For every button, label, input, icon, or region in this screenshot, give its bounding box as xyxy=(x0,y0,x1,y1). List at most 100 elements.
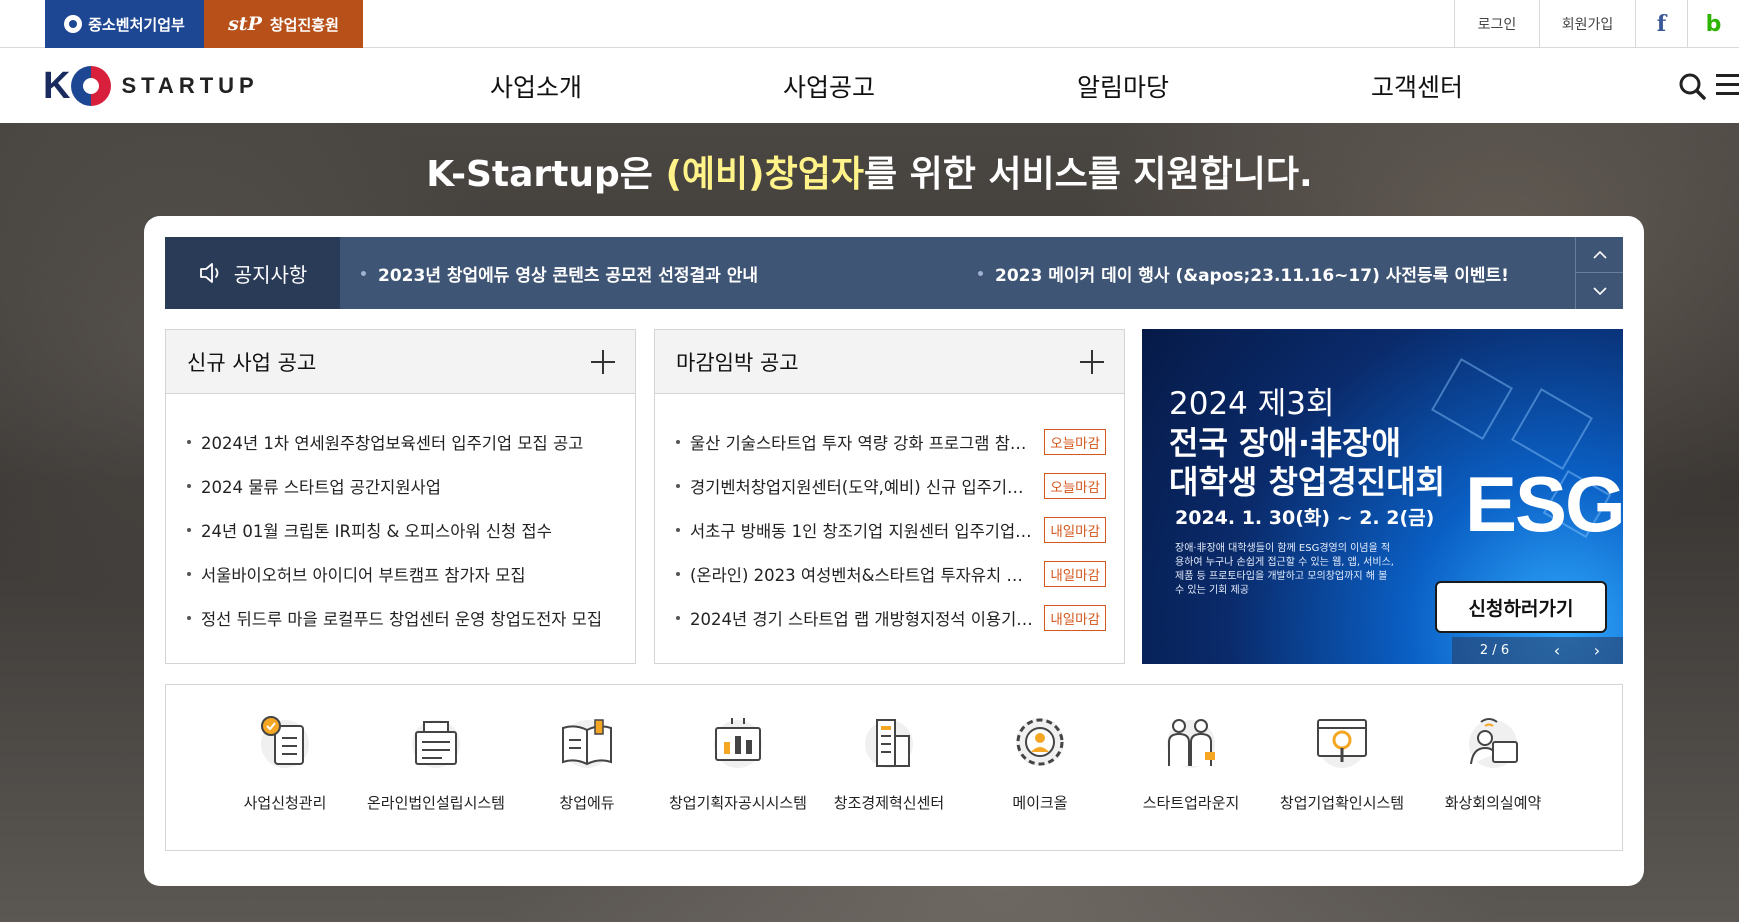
banner-esg: ESG xyxy=(1465,460,1623,548)
list-item[interactable]: 24년 01월 크립톤 IR피칭 & 오피스아워 신청 접수 xyxy=(187,508,617,552)
search-icon[interactable] xyxy=(1678,72,1706,100)
new-business-panel: 신규 사업 공고 2024년 1차 연세원주창업보육센터 입주기업 모집 공고 … xyxy=(165,329,636,664)
list-item[interactable]: 경기벤처창업지원센터(도약,예비) 신규 입주기업 모집 오늘마감 xyxy=(676,464,1106,508)
list-item-text: 서울바이오허브 아이디어 부트캠프 참가자 모집 xyxy=(201,566,526,585)
banner-headline-2: 대학생 창업경진대회 xyxy=(1169,463,1446,501)
chevron-up-icon xyxy=(1592,250,1607,259)
deadline-badge: 오늘마감 xyxy=(1044,473,1106,499)
board-chart-icon xyxy=(714,718,762,768)
banner-description: 장애·非장애 대학생들이 함께 ESG경영의 이념을 적용하여 누구나 손쉽게 … xyxy=(1175,543,1394,596)
quick-link-item[interactable]: 창업기업확인시스템 xyxy=(1267,685,1417,852)
kised-link[interactable]: stP 창업진흥원 xyxy=(204,0,363,48)
banner-pager: 2 / 6 ‹ › xyxy=(1452,637,1623,664)
more-plus-icon[interactable] xyxy=(591,350,615,374)
main-header: K STARTUP 사업소개 사업공고 알림마당 고객센터 xyxy=(0,48,1739,123)
mss-link[interactable]: 중소벤처기업부 xyxy=(45,0,204,48)
deadline-badge: 내일마감 xyxy=(1044,517,1106,543)
apply-button[interactable]: 신청하러가기 xyxy=(1435,581,1607,633)
list-item-text: 2024년 경기 스타트업 랩 개방형지정석 이용기업 모집 xyxy=(690,610,1035,629)
notice-label[interactable]: 공지사항 xyxy=(165,237,340,309)
quick-link-item[interactable]: 화상회의실예약 xyxy=(1418,685,1568,852)
magnifier-screen-icon xyxy=(1317,719,1367,768)
list-item[interactable]: 서초구 방배동 1인 창조기업 지원센터 입주기업 모집 내일마감 xyxy=(676,508,1106,552)
speaker-icon xyxy=(199,263,219,283)
nav-customer-center[interactable]: 고객센터 xyxy=(1371,48,1463,123)
deadline-list: 울산 기술스타트업 투자 역량 강화 프로그램 참가기업 모집오늘마감 경기벤처… xyxy=(655,394,1124,640)
gear-person-icon xyxy=(1016,718,1064,766)
list-item-text: 2024년 1차 연세원주창업보육센터 입주기업 모집 공고 xyxy=(201,434,584,453)
list-item[interactable]: 서울바이오허브 아이디어 부트캠프 참가자 모집 xyxy=(187,552,617,596)
open-book-icon xyxy=(562,719,612,768)
logo-k: K xyxy=(43,64,71,107)
notice-item-text: 2023 메이커 데이 행사 (&apos;23.11.16~17) 사전등록 … xyxy=(995,265,1509,286)
quick-link-item[interactable]: 창업기획자공시시스템 xyxy=(663,685,813,852)
notice-label-text: 공지사항 xyxy=(233,262,308,287)
list-item-text: 울산 기술스타트업 투자 역량 강화 프로그램 참가기업 모집 xyxy=(690,434,1034,453)
bullet-icon xyxy=(676,616,680,620)
office-building-icon xyxy=(865,719,913,768)
people-meeting-icon xyxy=(1167,719,1215,768)
building-doc-icon xyxy=(412,720,460,768)
notice-item-text: 2023년 창업에듀 영상 콘텐츠 공모전 선정결과 안내 xyxy=(378,265,758,286)
promo-banner[interactable]: 2024 제3회 전국 장애·非장애 대학생 창업경진대회 2024. 1. 3… xyxy=(1142,329,1623,664)
notice-bar: 공지사항 2023년 창업에듀 영상 콘텐츠 공모전 선정결과 안내 2023 … xyxy=(165,237,1623,309)
quick-link-item[interactable]: 사업신청관리 xyxy=(210,685,360,852)
deadline-badge: 내일마감 xyxy=(1044,561,1106,587)
login-link[interactable]: 로그인 xyxy=(1454,0,1539,48)
list-item[interactable]: 정선 뒤드루 마을 로컬푸드 창업센터 운영 창업도전자 모집 xyxy=(187,596,617,640)
bullet-icon xyxy=(187,528,191,532)
banner-year: 2024 제3회 xyxy=(1169,386,1335,422)
quick-link-item[interactable]: 메이크올 xyxy=(965,685,1115,852)
notice-item[interactable]: 2023 메이커 데이 행사 (&apos;23.11.16~17) 사전등록 … xyxy=(978,237,1509,309)
quick-link-item[interactable]: 창업에듀 xyxy=(512,685,662,852)
list-item[interactable]: (온라인) 2023 여성벤처&스타트업 투자유치 설명회 내일마감 xyxy=(676,552,1106,596)
banner-date: 2024. 1. 30(화) ~ 2. 2(금) xyxy=(1175,507,1435,529)
notice-next-button[interactable] xyxy=(1576,273,1623,309)
panel-title: 신규 사업 공고 xyxy=(187,351,317,375)
chevron-down-icon xyxy=(1592,287,1607,295)
bullet-icon xyxy=(676,528,680,532)
quick-link-item[interactable]: 온라인법인설립시스템 xyxy=(361,685,511,852)
utility-links: 로그인 회원가입 f b xyxy=(1454,0,1739,48)
bullet-icon xyxy=(187,440,191,444)
banner-prev-icon[interactable]: ‹ xyxy=(1537,641,1577,660)
kised-logo-icon: stP xyxy=(228,13,262,35)
list-item[interactable]: 2024년 1차 연세원주창업보육센터 입주기업 모집 공고 xyxy=(187,420,617,464)
hexagon-deco xyxy=(1511,388,1593,470)
bullet-icon xyxy=(187,616,191,620)
panel-header: 신규 사업 공고 xyxy=(166,330,635,394)
list-item[interactable]: 2024 물류 스타트업 공간지원사업 xyxy=(187,464,617,508)
quick-link-item[interactable]: 창조경제혁신센터 xyxy=(814,685,964,852)
notice-prev-button[interactable] xyxy=(1576,237,1623,273)
hero-title: K-Startup은 (예비)창업자를 위한 서비스를 지원합니다. xyxy=(0,145,1739,197)
bullet-icon xyxy=(676,440,680,444)
banner-next-icon[interactable]: › xyxy=(1577,641,1617,660)
taegeuk-icon xyxy=(71,66,112,106)
deadline-panel: 마감임박 공고 울산 기술스타트업 투자 역량 강화 프로그램 참가기업 모집오… xyxy=(654,329,1125,664)
hero-title-highlight: (예비)창업자 xyxy=(665,154,864,195)
list-item-text: 경기벤처창업지원센터(도약,예비) 신규 입주기업 모집 xyxy=(690,478,1035,497)
banner-page-count: 2 / 6 xyxy=(1479,643,1510,658)
menu-icon[interactable] xyxy=(1716,74,1739,98)
list-item[interactable]: 울산 기술스타트업 투자 역량 강화 프로그램 참가기업 모집 오늘마감 xyxy=(676,420,1106,464)
join-link[interactable]: 회원가입 xyxy=(1539,0,1635,48)
list-item-text: 서초구 방배동 1인 창조기업 지원센터 입주기업 모집 xyxy=(690,522,1035,541)
bullet-icon xyxy=(676,484,680,488)
new-business-list: 2024년 1차 연세원주창업보육센터 입주기업 모집 공고 2024 물류 스… xyxy=(166,394,635,640)
kstartup-logo[interactable]: K STARTUP xyxy=(43,60,259,112)
notice-item[interactable]: 2023년 창업에듀 영상 콘텐츠 공모전 선정결과 안내 xyxy=(361,237,758,309)
list-item-text: 정선 뒤드루 마을 로컬푸드 창업센터 운영 창업도전자 모집 xyxy=(201,610,603,629)
blog-icon[interactable]: b xyxy=(1687,0,1739,48)
list-item[interactable]: 2024년 경기 스타트업 랩 개방형지정석 이용기업 모집 내일마감 xyxy=(676,596,1106,640)
nav-news[interactable]: 알림마당 xyxy=(1077,48,1169,123)
mss-label: 중소벤처기업부 xyxy=(88,15,185,34)
bullet-icon xyxy=(676,572,680,576)
list-item-text: (온라인) 2023 여성벤처&스타트업 투자유치 설명회 xyxy=(690,566,1035,585)
nav-business-notice[interactable]: 사업공고 xyxy=(783,48,875,123)
facebook-icon[interactable]: f xyxy=(1635,0,1687,48)
bullet-icon xyxy=(361,270,366,276)
nav-business-intro[interactable]: 사업소개 xyxy=(490,48,582,123)
quick-link-item[interactable]: 스타트업라운지 xyxy=(1116,685,1266,852)
bullet-icon xyxy=(187,484,191,488)
more-plus-icon[interactable] xyxy=(1080,350,1104,374)
